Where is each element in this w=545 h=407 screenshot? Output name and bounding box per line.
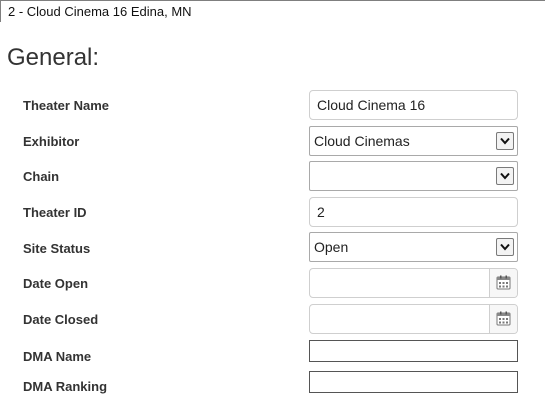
theater-header-title: 2 - Cloud Cinema 16 Edina, MN [8, 4, 192, 19]
date-open-label: Date Open [23, 276, 89, 291]
dma-name-input[interactable] [309, 340, 518, 362]
site-status-select[interactable]: Open [309, 232, 518, 262]
site-status-label: Site Status [23, 241, 91, 256]
exhibitor-selected-value: Cloud Cinemas [314, 133, 410, 149]
site-status-selected-value: Open [314, 239, 349, 255]
dma-name-label: DMA Name [23, 349, 92, 364]
exhibitor-label: Exhibitor [23, 134, 80, 149]
dma-ranking-label: DMA Ranking [23, 379, 108, 394]
theater-id-label: Theater ID [23, 205, 87, 220]
calendar-icon[interactable] [489, 305, 517, 333]
chevron-down-icon[interactable] [496, 167, 514, 185]
date-open-field[interactable] [309, 268, 518, 298]
section-title-general: General: [7, 44, 100, 71]
theater-name-label: Theater Name [23, 98, 109, 113]
chain-label: Chain [23, 169, 60, 184]
chain-select[interactable] [309, 161, 518, 191]
theater-header-bar: 2 - Cloud Cinema 16 Edina, MN [0, 0, 545, 22]
theater-id-input[interactable] [309, 197, 518, 227]
date-closed-field[interactable] [309, 304, 518, 334]
chevron-down-icon[interactable] [496, 238, 514, 256]
exhibitor-select[interactable]: Cloud Cinemas [309, 126, 518, 156]
dma-ranking-input[interactable] [309, 371, 518, 393]
date-closed-label: Date Closed [23, 312, 99, 327]
calendar-icon[interactable] [489, 269, 517, 297]
chevron-down-icon[interactable] [496, 132, 514, 150]
theater-name-input[interactable] [309, 90, 518, 120]
